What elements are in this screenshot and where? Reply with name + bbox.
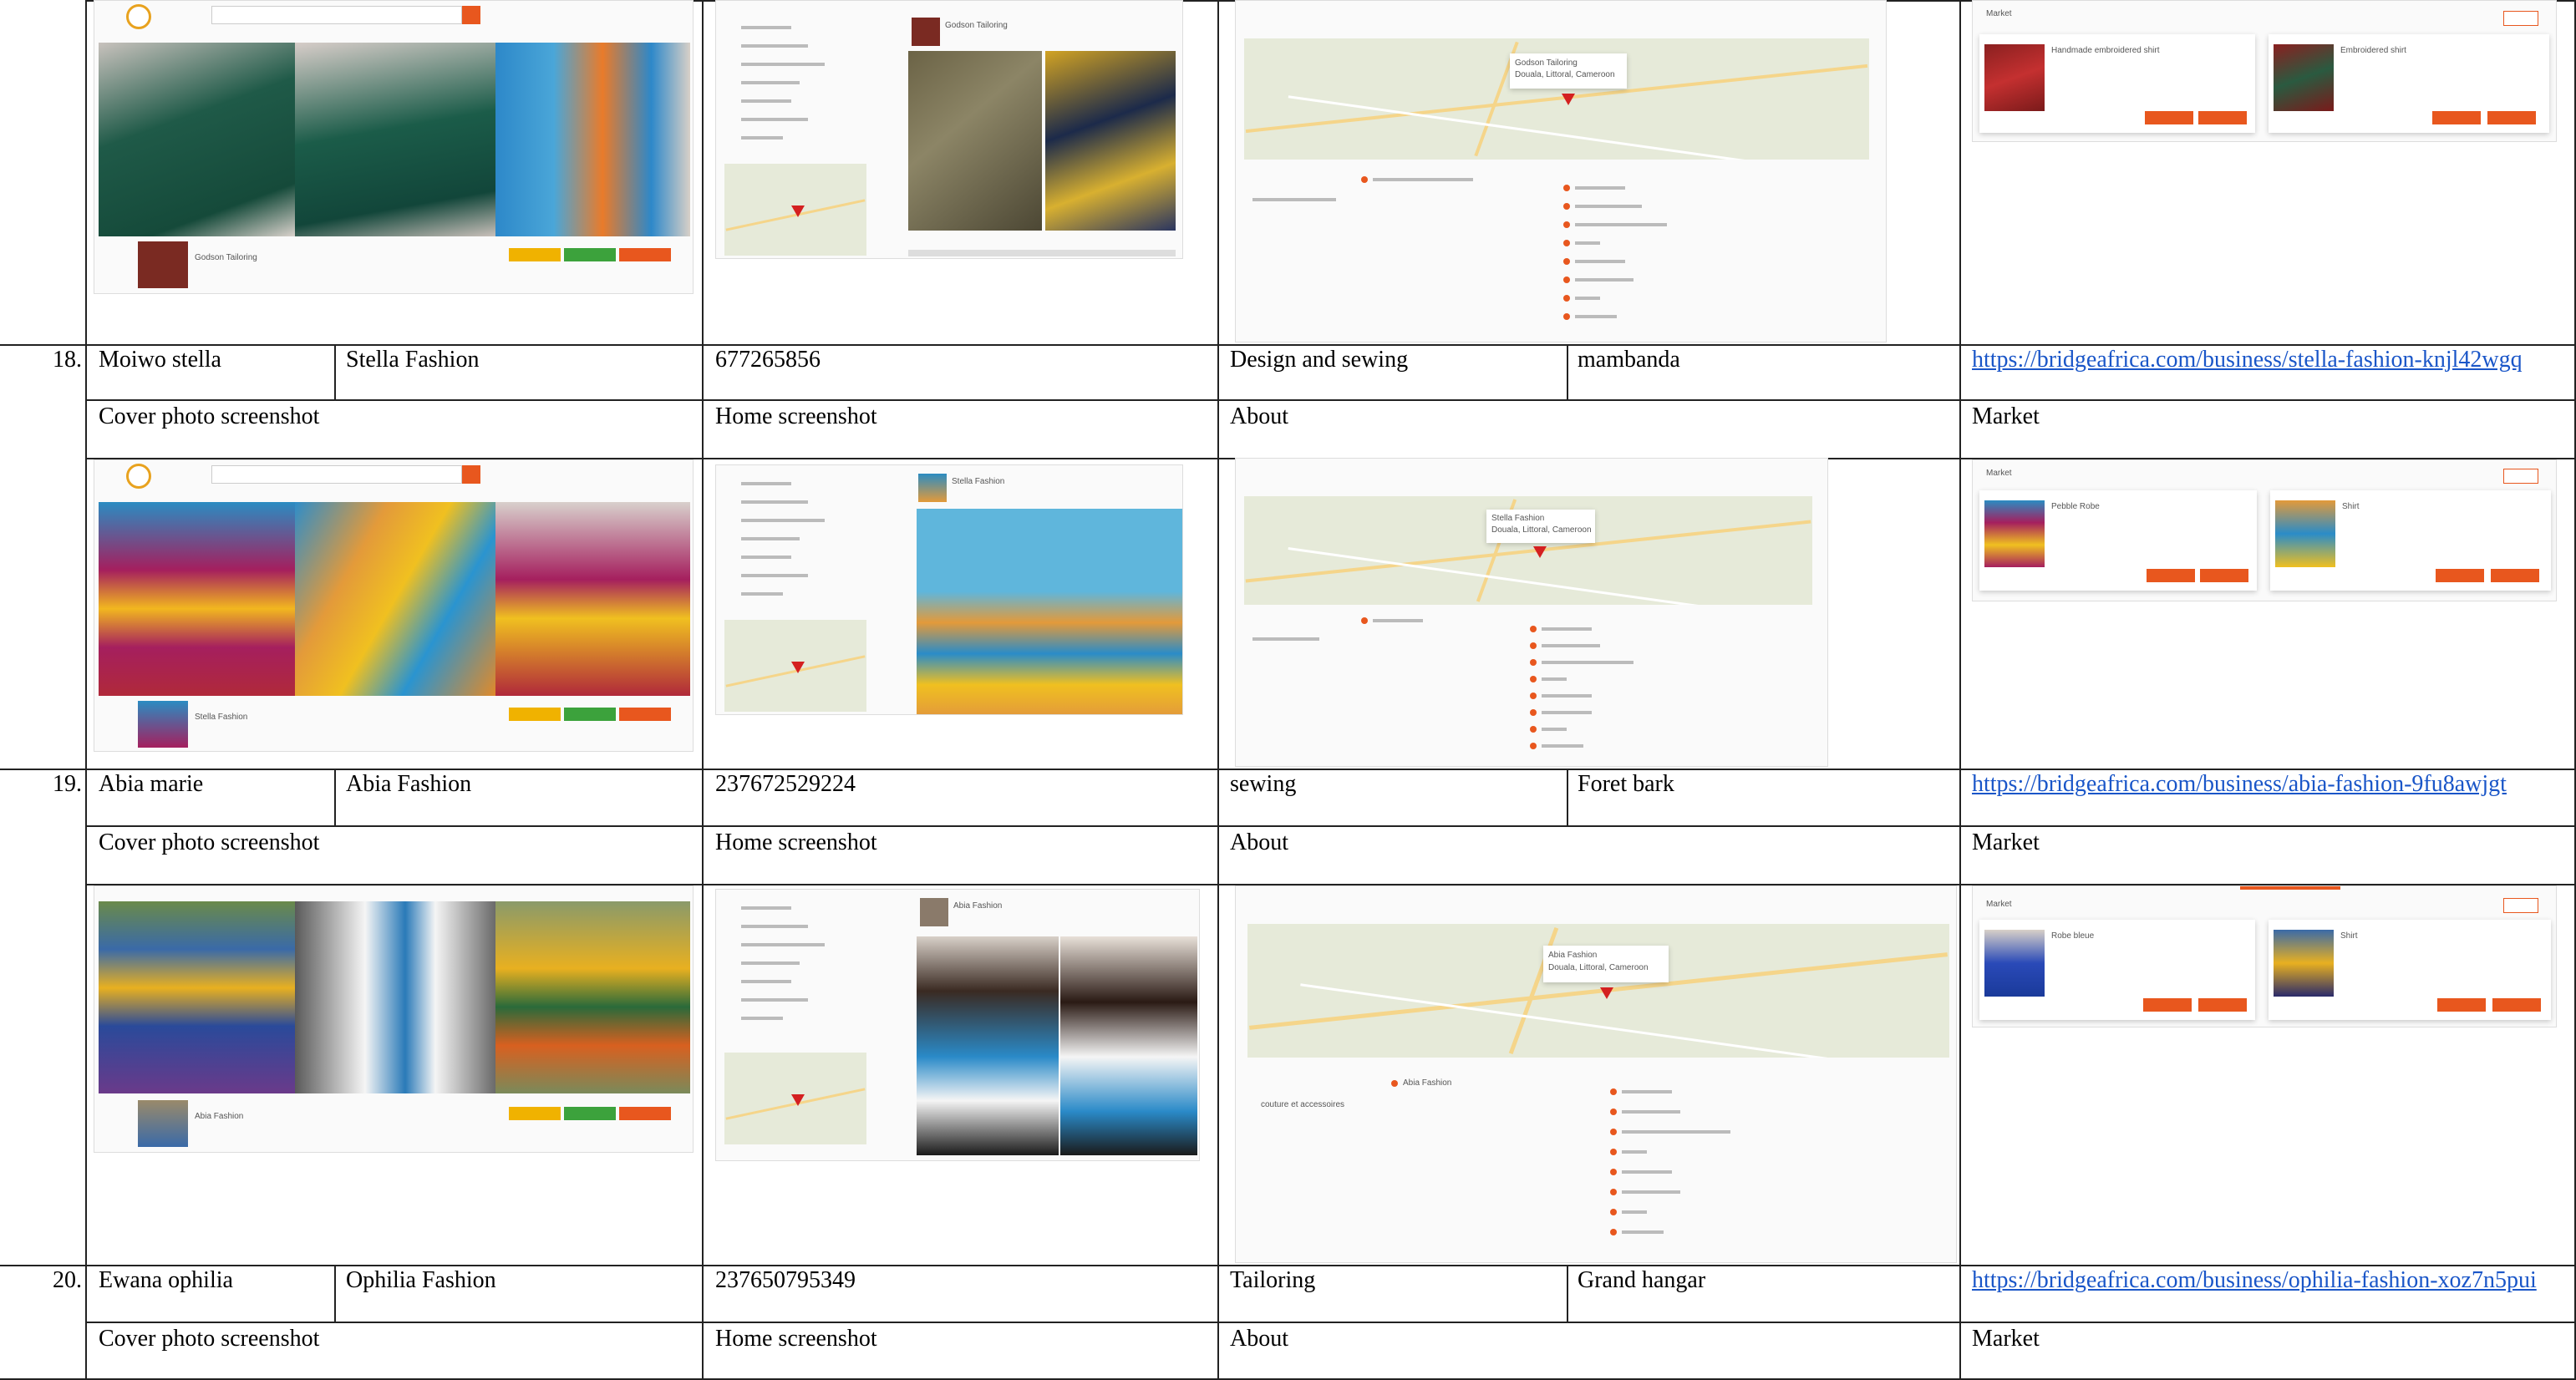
market-screenshot-row18: Market Pebble Robe Shirt xyxy=(1972,459,2557,601)
bridgeafrica-logo xyxy=(126,4,151,29)
cover-screenshot-row17: Godson Tailoring xyxy=(94,0,694,294)
search-bar xyxy=(211,465,462,484)
owner-name: Ewana ophilia xyxy=(99,1267,233,1293)
header-cover: Cover photo screenshot xyxy=(99,830,320,855)
header-home: Home screenshot xyxy=(715,403,877,429)
row-number: 19. xyxy=(53,771,82,797)
row-number: 20. xyxy=(53,1267,82,1293)
about-description: couture et accessoires xyxy=(1261,1100,1345,1109)
location: mambanda xyxy=(1578,347,1680,373)
market-screenshot-row19: Market Robe bleue Shirt xyxy=(1972,885,2557,1027)
home-profile-name: Abia Fashion xyxy=(953,901,1003,911)
header-home: Home screenshot xyxy=(715,830,877,855)
about-screenshot-row19: Abia Fashion Douala, Littoral, Cameroon … xyxy=(1235,885,1957,1263)
home-profile-name: Godson Tailoring xyxy=(945,21,1008,30)
business-name: Stella Fashion xyxy=(346,347,480,373)
activity: sewing xyxy=(1230,771,1297,797)
document-table: Godson Tailoring Godson Tailoring Godson… xyxy=(0,0,2576,1380)
phone-number: 237672529224 xyxy=(715,771,856,797)
business-name: Ophilia Fashion xyxy=(346,1267,496,1293)
about-screenshot-row17: Godson Tailoring Douala, Littoral, Camer… xyxy=(1235,0,1887,342)
header-market: Market xyxy=(1972,830,2040,855)
header-cover: Cover photo screenshot xyxy=(99,403,320,429)
row-number: 18. xyxy=(53,347,82,373)
profile-name: Stella Fashion xyxy=(195,713,248,722)
business-name: Abia Fashion xyxy=(346,771,472,797)
location: Foret bark xyxy=(1578,771,1674,797)
home-profile-name: Stella Fashion xyxy=(952,477,1005,486)
owner-name: Abia marie xyxy=(99,771,204,797)
phone-number: 677265856 xyxy=(715,347,821,373)
activity: Design and sewing xyxy=(1230,347,1409,373)
header-market: Market xyxy=(1972,1326,2040,1352)
business-link[interactable]: https://bridgeafrica.com/business/abia-f… xyxy=(1972,770,2507,799)
header-about: About xyxy=(1230,1326,1288,1352)
home-screenshot-row17: Godson Tailoring xyxy=(715,0,1183,259)
header-home: Home screenshot xyxy=(715,1326,877,1352)
about-screenshot-row18: Stella Fashion Douala, Littoral, Cameroo… xyxy=(1235,458,1828,767)
about-tag: Abia Fashion xyxy=(1403,1078,1452,1088)
cover-screenshot-row19: Abia Fashion xyxy=(94,885,694,1153)
bridgeafrica-logo xyxy=(126,464,151,489)
search-bar xyxy=(211,6,462,24)
profile-name: Abia Fashion xyxy=(195,1112,244,1121)
location: Grand hangar xyxy=(1578,1267,1706,1293)
header-cover: Cover photo screenshot xyxy=(99,1326,320,1352)
home-screenshot-row18: Stella Fashion xyxy=(715,464,1183,715)
header-market: Market xyxy=(1972,403,2040,429)
owner-name: Moiwo stella xyxy=(99,347,221,373)
market-screenshot-row17: Market Handmade embroidered shirt Embroi… xyxy=(1972,0,2557,142)
activity: Tailoring xyxy=(1230,1267,1316,1293)
header-about: About xyxy=(1230,830,1288,855)
profile-name: Godson Tailoring xyxy=(195,253,257,262)
phone-number: 237650795349 xyxy=(715,1267,856,1293)
header-about: About xyxy=(1230,403,1288,429)
business-link[interactable]: https://bridgeafrica.com/business/ophili… xyxy=(1972,1266,2537,1295)
business-link[interactable]: https://bridgeafrica.com/business/stella… xyxy=(1972,346,2523,374)
cover-screenshot-row18: Stella Fashion xyxy=(94,459,694,752)
home-screenshot-row19: Abia Fashion xyxy=(715,889,1200,1161)
